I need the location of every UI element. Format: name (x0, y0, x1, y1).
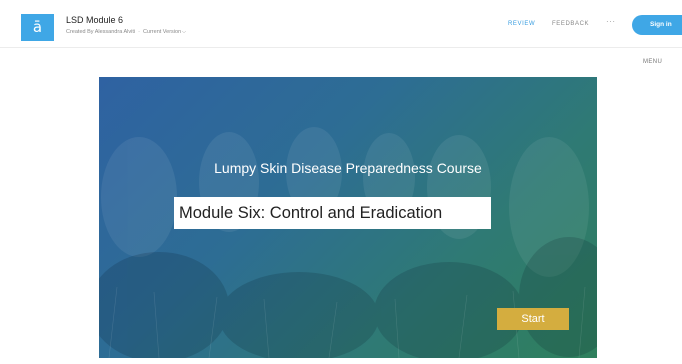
more-options-icon[interactable]: ··· (606, 17, 616, 26)
module-title-box: Module Six: Control and Eradication (174, 197, 491, 229)
byline-author: Created By Alessandra Alviti (66, 29, 136, 35)
project-title: LSD Module 6 (66, 15, 124, 25)
tab-feedback[interactable]: FEEDBACK (552, 20, 589, 28)
version-selector[interactable]: Current Version (143, 29, 181, 35)
chevron-down-icon[interactable]: ⌵ (182, 29, 186, 35)
top-bar: ā LSD Module 6 Created By Alessandra Alv… (0, 0, 682, 48)
tab-review[interactable]: REVIEW (508, 20, 535, 28)
byline-separator: · (138, 29, 140, 35)
course-slide: Lumpy Skin Disease Preparedness Course M… (99, 77, 597, 358)
menu-button[interactable]: MENU (643, 59, 662, 65)
start-button[interactable]: Start (497, 308, 569, 330)
byline: Created By Alessandra Alviti · Current Ver… (66, 28, 186, 36)
sign-in-button[interactable]: Sign in (632, 15, 682, 35)
app-logo[interactable]: ā (21, 14, 54, 41)
title-block: LSD Module 6 Created By Alessandra Alvit… (66, 14, 186, 36)
course-title: Lumpy Skin Disease Preparedness Course (214, 160, 482, 176)
